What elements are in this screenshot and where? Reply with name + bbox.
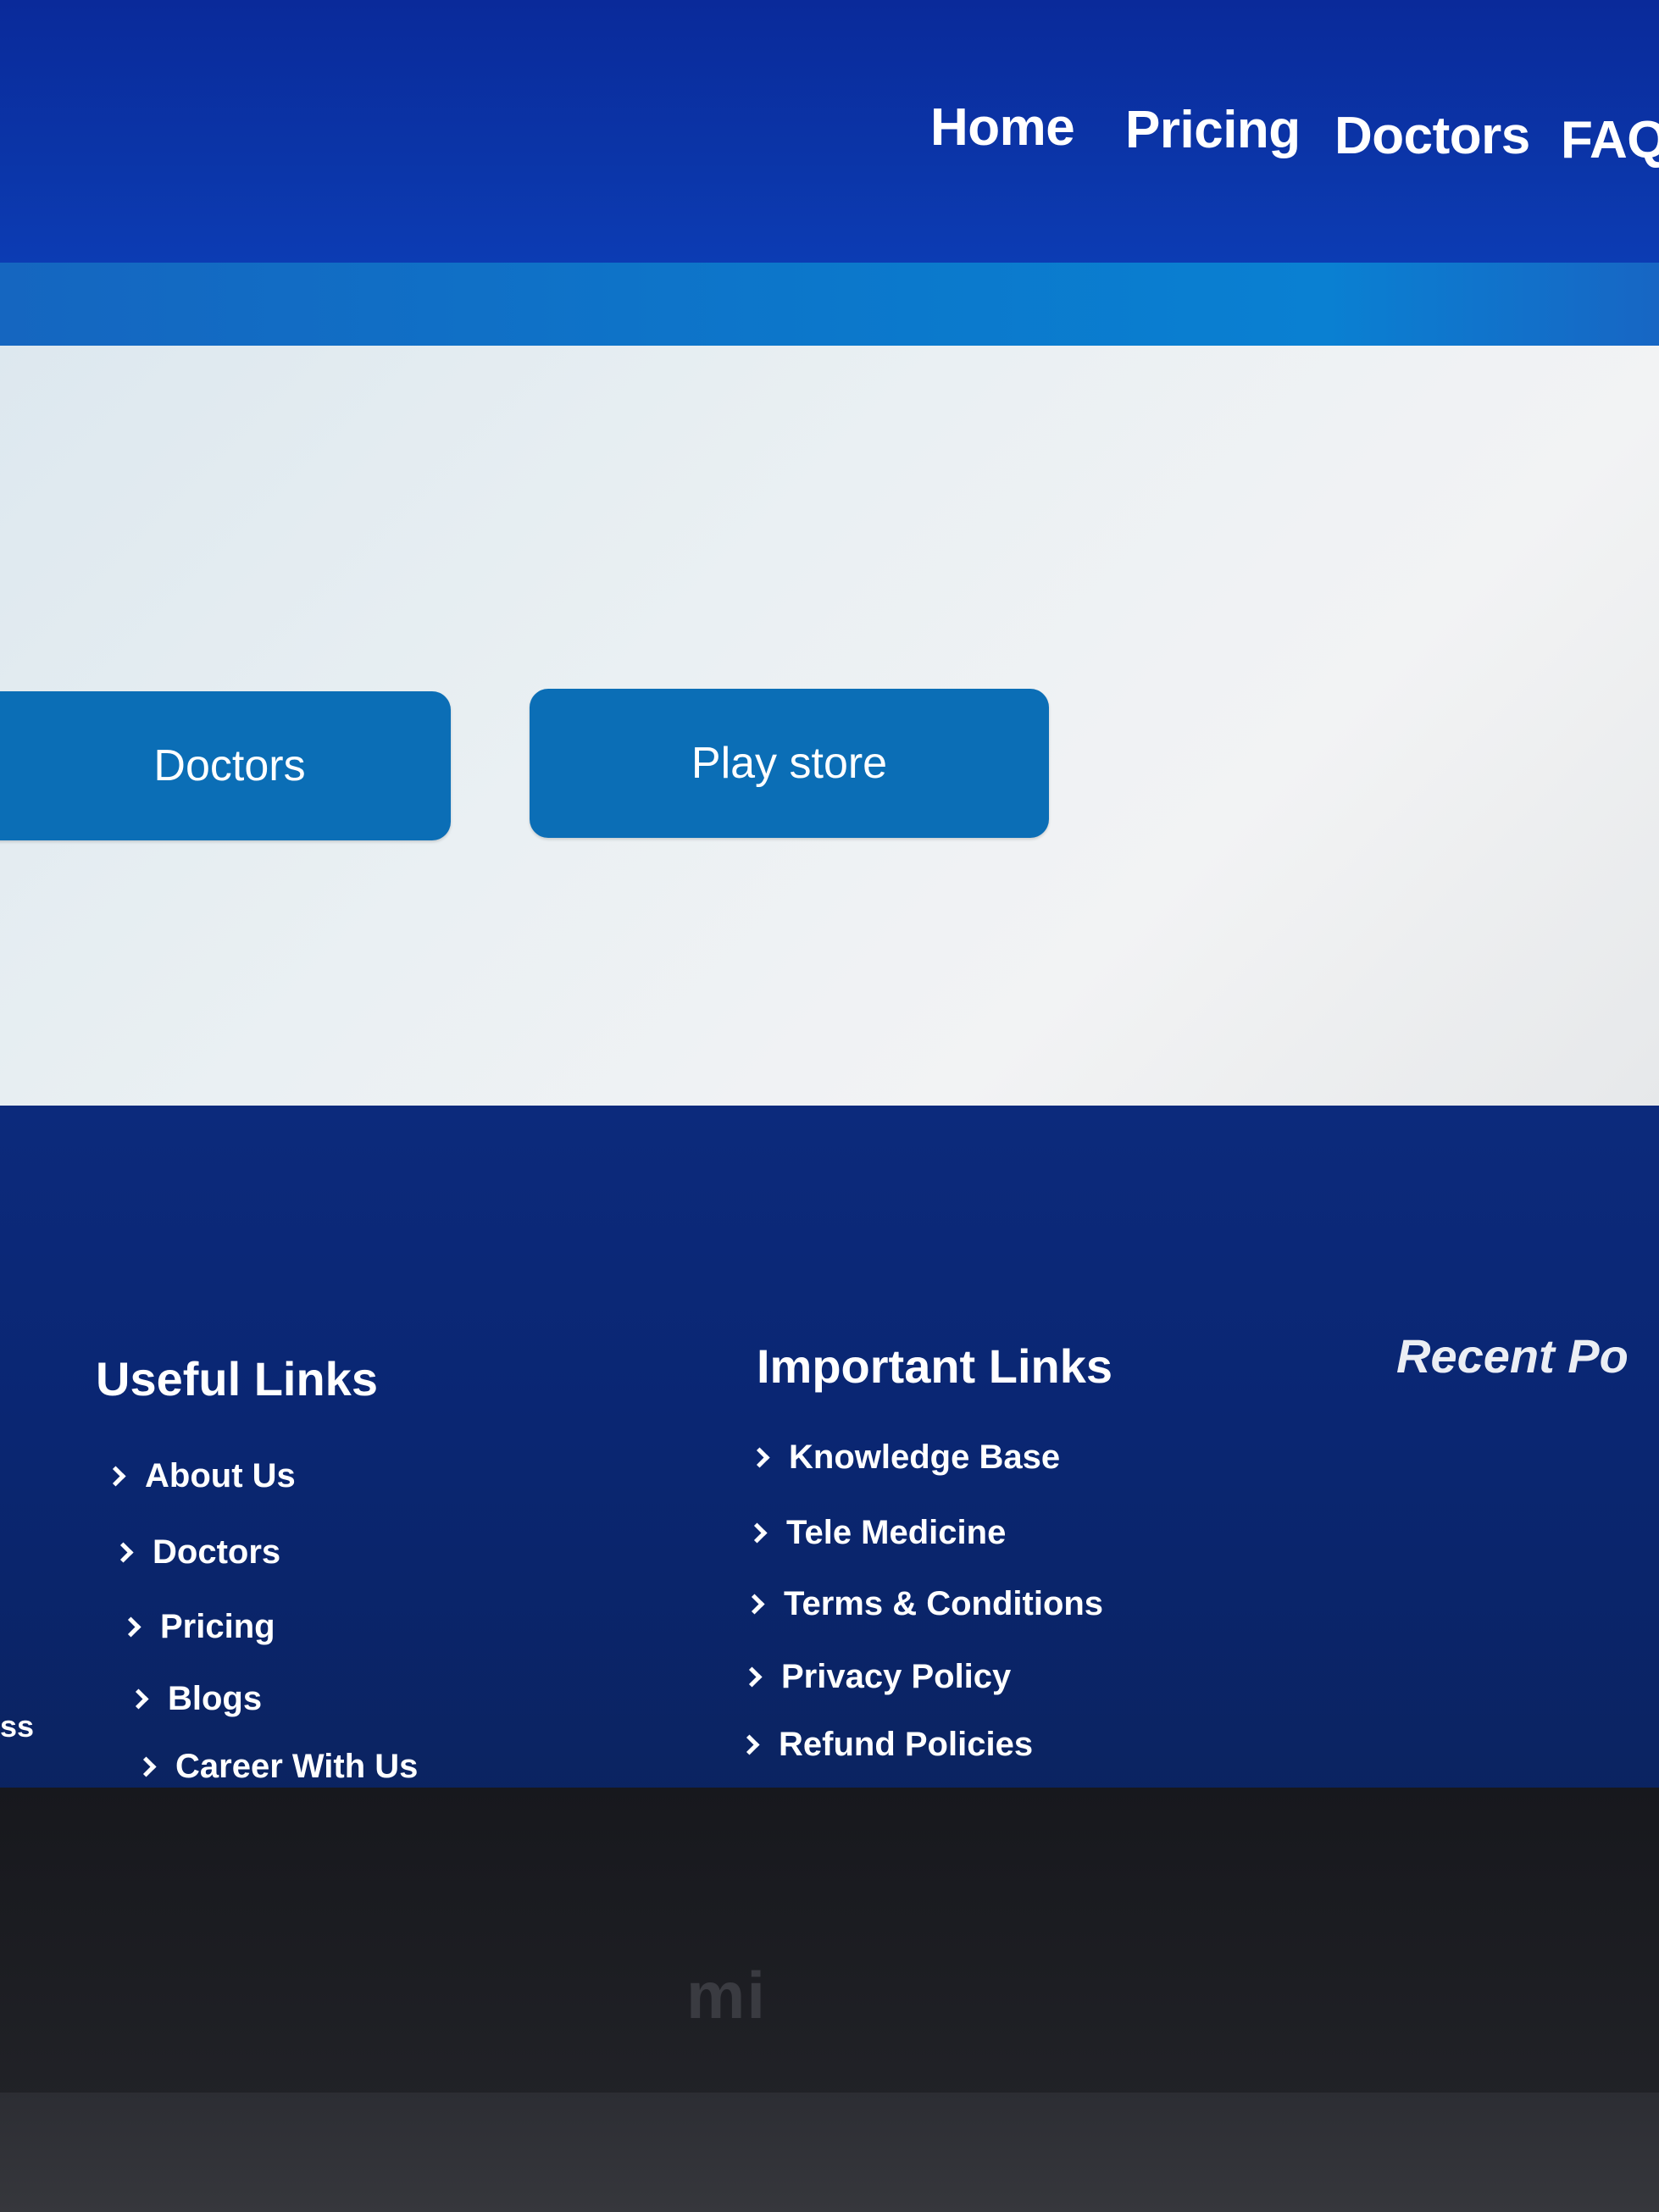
footer-link-about-us[interactable]: About Us (105, 1457, 296, 1495)
important-links-heading: Important Links (757, 1339, 1113, 1393)
chevron-right-icon (749, 1447, 770, 1468)
footer-link-label: Terms & Conditions (784, 1585, 1104, 1622)
footer-link-tele-medicine[interactable]: Tele Medicine (746, 1514, 1007, 1552)
chevron-right-icon (113, 1542, 134, 1563)
chevron-right-icon (741, 1666, 763, 1688)
doctors-button-label: Doctors (153, 741, 306, 790)
chevron-right-icon (739, 1734, 760, 1755)
nav-faq[interactable]: FAQ (1561, 110, 1659, 170)
play-store-button[interactable]: Play store (530, 689, 1049, 838)
footer-link-label: Blogs (168, 1680, 263, 1717)
nav-doctors[interactable]: Doctors (1334, 106, 1530, 166)
footer-link-label: Knowledge Base (789, 1439, 1061, 1476)
chevron-right-icon (744, 1594, 765, 1615)
footer-link-knowledge-base[interactable]: Knowledge Base (749, 1439, 1061, 1477)
footer-link-label: Tele Medicine (786, 1514, 1007, 1551)
nav-home[interactable]: Home (930, 97, 1075, 158)
footer-link-career[interactable]: Career With Us (136, 1748, 419, 1786)
doctors-button[interactable]: Doctors (0, 691, 451, 840)
footer-link-label: Privacy Policy (781, 1658, 1012, 1695)
nav-pricing[interactable]: Pricing (1125, 100, 1301, 160)
chevron-right-icon (746, 1522, 768, 1544)
footer-link-label: Refund Policies (779, 1726, 1034, 1763)
footer-link-refund[interactable]: Refund Policies (739, 1726, 1034, 1764)
mi-logo: mi (686, 1958, 768, 2032)
laptop-bezel-lower (0, 2093, 1659, 2212)
footer-link-pricing[interactable]: Pricing (120, 1608, 275, 1646)
footer-link-terms[interactable]: Terms & Conditions (744, 1585, 1104, 1623)
cut-off-text: ss (0, 1709, 35, 1744)
chevron-right-icon (105, 1466, 126, 1487)
footer-link-blogs[interactable]: Blogs (128, 1680, 263, 1718)
accent-band (0, 263, 1659, 354)
footer-link-privacy[interactable]: Privacy Policy (741, 1658, 1012, 1696)
chevron-right-icon (120, 1616, 141, 1638)
footer-link-doctors[interactable]: Doctors (113, 1533, 281, 1572)
play-store-button-label: Play store (691, 739, 888, 788)
footer-link-label: About Us (145, 1457, 296, 1494)
useful-links-heading: Useful Links (96, 1352, 378, 1405)
recent-posts-heading: Recent Po (1396, 1329, 1628, 1383)
footer-link-label: Doctors (153, 1533, 281, 1571)
footer-link-label: Pricing (160, 1608, 275, 1645)
chevron-right-icon (128, 1688, 149, 1710)
chevron-right-icon (136, 1756, 157, 1777)
footer-link-label: Career With Us (175, 1748, 419, 1785)
